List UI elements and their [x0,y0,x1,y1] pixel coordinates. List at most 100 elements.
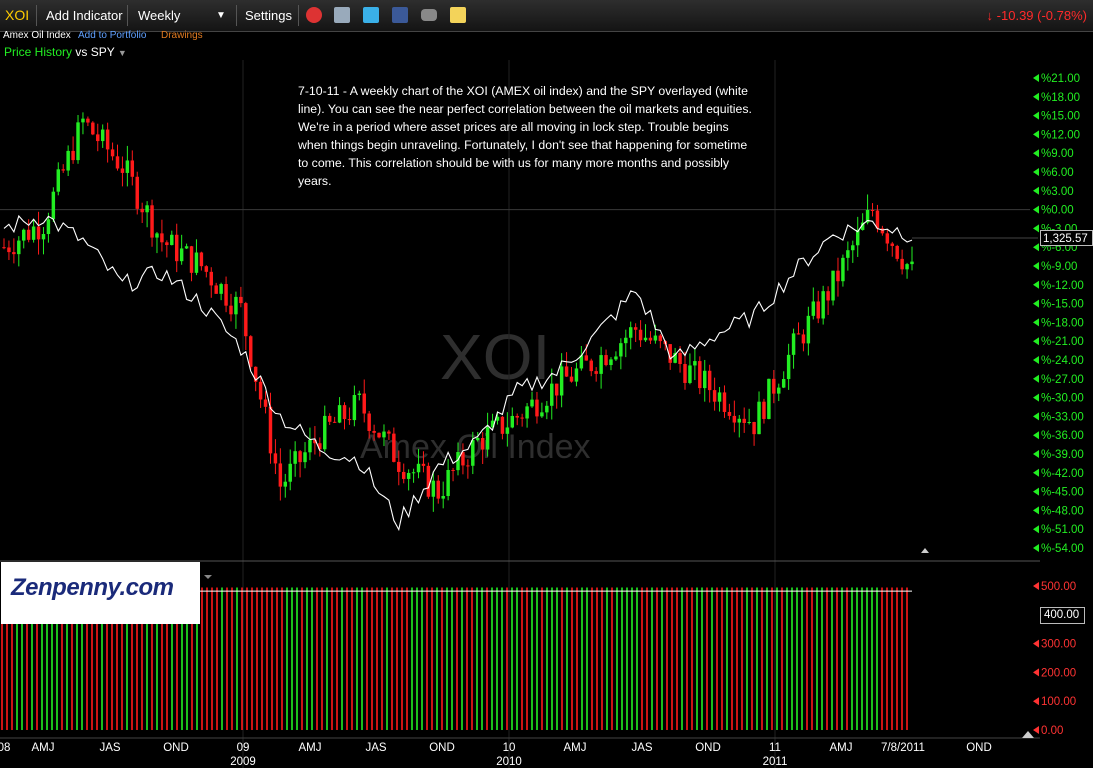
scroll-triangle [1022,731,1034,738]
candle-body [791,333,796,355]
pct-tick-label: %-54.00 [1041,543,1084,555]
candle-body [155,233,159,238]
pct-tick-label: %-39.00 [1041,449,1084,461]
candle-body [480,438,485,450]
candle-body [268,406,273,454]
candle-body [401,471,406,479]
vol-tick-marker [1033,697,1039,706]
tick-marker [1033,111,1039,120]
x-tick-label: OND [163,742,189,754]
candle-body [130,160,135,177]
candle-body [796,333,801,335]
candle-body [7,247,11,253]
candle-body [747,421,751,423]
candle-body [436,480,440,499]
candle-body [347,419,352,421]
candle-body [564,366,569,377]
candle-body [846,250,850,258]
tick-marker [1033,224,1039,233]
candle-body [895,245,899,259]
candle-body [115,156,120,169]
candle-body [120,168,125,173]
candle-body [781,379,786,388]
candle-body [224,284,228,306]
candle-body [31,226,36,240]
candle-body [643,337,648,341]
candle-body [451,469,455,471]
candle-body [466,465,470,467]
candle-body [214,285,218,294]
candle-body [323,415,327,450]
tick-marker [1033,130,1039,139]
candle-body [757,401,761,435]
x-tick-label: 10 [503,742,516,754]
candle-body [624,337,628,344]
candle-body [56,169,61,192]
year-label: 2010 [496,756,522,768]
candle-body [229,305,233,315]
x-tick-label: JAS [365,742,386,754]
candle-body [727,411,732,416]
year-label: 2011 [763,756,788,768]
pct-tick-label: %12.00 [1041,129,1080,141]
candle-body [836,270,840,282]
x-tick-label: OND [966,742,992,754]
spy-line [3,214,913,532]
candle-body [283,481,288,487]
candle-body [870,209,875,211]
candle-body [66,150,70,171]
candle-body [36,226,41,240]
candle-body [589,360,593,372]
candle-body [569,376,574,382]
vol-tick-label: 500.00 [1041,581,1076,593]
candle-body [244,303,248,337]
tick-marker [1033,318,1039,327]
candle-body [278,463,283,487]
candle-body [110,149,115,157]
candle-body [540,412,544,417]
candle-body [189,246,194,273]
candle-body [545,405,549,413]
candle-body [559,366,564,396]
candle-body [61,169,65,171]
scroll-triangle [921,548,929,553]
candle-body [678,352,682,365]
candle-body [41,234,46,240]
x-tick-label: 09 [237,742,250,754]
x-tick-label: AMJ [299,742,322,754]
candle-body [811,301,816,316]
pct-tick-label: %-48.00 [1041,505,1084,517]
candle-body [752,421,756,435]
candle-body [105,129,110,150]
candle-body [81,118,85,123]
candle-body [263,399,268,407]
candle-body [648,337,653,341]
pct-tick-label: %0.00 [1041,205,1074,217]
candle-body [485,427,490,450]
pct-tick-label: %15.00 [1041,111,1080,123]
pct-tick-label: %9.00 [1041,148,1074,160]
candle-body [293,451,297,464]
pane-menu-caret [204,575,212,579]
candle-body [145,205,149,213]
pct-tick-label: %-9.00 [1041,261,1077,273]
year-label: 2009 [230,756,256,768]
tick-marker [1033,374,1039,383]
candle-body [357,393,362,396]
candle-body [777,387,781,394]
candle-body [732,415,737,423]
candle-body [890,243,894,246]
candle-body [584,355,589,361]
candle-body [683,364,687,383]
candle-body [653,335,658,341]
candle-body [51,191,56,220]
candle-body [821,291,825,319]
candle-body [530,399,534,407]
candle-body [165,242,169,246]
candle-body [441,496,445,499]
pct-tick-label: %18.00 [1041,92,1080,104]
tick-marker [1033,412,1039,421]
candle-body [298,451,302,463]
candle-body [12,252,16,255]
tick-marker [1033,262,1039,270]
